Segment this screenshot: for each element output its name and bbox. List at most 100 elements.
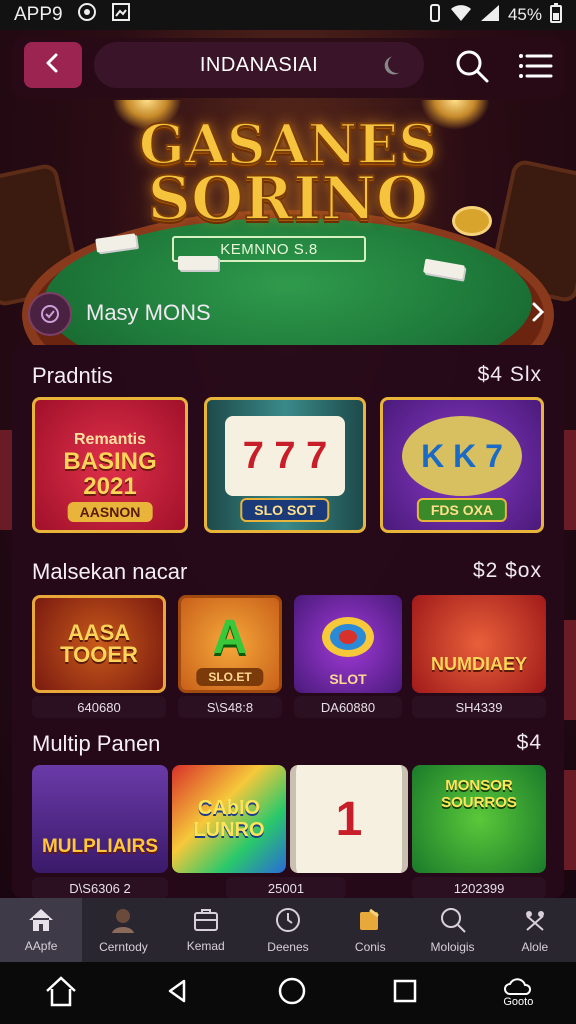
- nav-item-coins[interactable]: Conis: [329, 898, 411, 962]
- search-icon: [450, 50, 494, 92]
- game-tile[interactable]: A SLO.ET: [178, 595, 282, 693]
- game-tile[interactable]: 7 7 7 SLO SOT: [204, 397, 366, 533]
- game-tile-title: 7 7 7: [225, 416, 345, 496]
- game-tile[interactable]: AASA TOOER: [32, 595, 166, 693]
- game-tile-label: FDS OXA: [416, 498, 508, 522]
- game-tile-title: NUMDIAEY: [430, 653, 527, 674]
- promo-text: Masy MONS: [86, 300, 211, 325]
- game-tile-label: SLO SOT: [240, 498, 330, 522]
- image-icon: [111, 2, 131, 28]
- nav-label: Alole: [521, 940, 549, 954]
- game-caption: D\S6306 2: [32, 877, 168, 899]
- signal-icon: [480, 4, 500, 27]
- notification-icon: [77, 2, 97, 28]
- game-tile[interactable]: NUMDIAEY: [412, 595, 546, 693]
- nav-label: Conis: [354, 940, 386, 954]
- cloud-icon: [504, 978, 532, 995]
- coins-icon: [360, 908, 380, 930]
- game-tile-title: 1: [335, 792, 363, 846]
- game-tile-title: MULPLIAIRS: [41, 836, 159, 857]
- nav-label: AApfe: [24, 939, 58, 953]
- chevron-left-icon: [42, 52, 64, 79]
- chevron-right-icon[interactable]: [528, 300, 548, 331]
- side-decoration: [564, 430, 576, 530]
- search-icon: [440, 908, 466, 933]
- status-app-label: APP9: [14, 4, 63, 25]
- games-panel: Pradntis $4 Slx Remantis BASING 2021 AAS…: [12, 345, 564, 899]
- game-tile-title: A: [212, 610, 248, 664]
- game-tile[interactable]: Remantis BASING 2021 AASNON: [32, 397, 188, 533]
- menu-button[interactable]: [512, 44, 556, 88]
- nav-item-more[interactable]: Alole: [494, 898, 576, 962]
- nav-item-home[interactable]: AApfe: [0, 898, 83, 962]
- promo-badge-icon: [28, 292, 72, 336]
- cards-decoration: [178, 256, 218, 270]
- back-button[interactable]: [24, 42, 82, 88]
- side-decoration: [0, 430, 12, 530]
- game-tile-label: SLO.ET: [196, 668, 264, 686]
- hamburger-menu-icon: [512, 54, 556, 92]
- section-see-all-link[interactable]: $4: [517, 731, 542, 755]
- game-tile[interactable]: 1: [290, 765, 408, 873]
- side-decoration: [564, 770, 576, 870]
- home-circle-icon[interactable]: [277, 976, 307, 1011]
- vibrate-icon: [428, 3, 442, 27]
- side-decoration: [564, 620, 576, 720]
- home-app-icon[interactable]: [43, 973, 79, 1014]
- battery-icon: [550, 2, 562, 28]
- game-tile[interactable]: SLOT: [294, 595, 402, 693]
- nav-item-community[interactable]: Cerntody: [82, 898, 164, 962]
- game-tile[interactable]: CAbIO LUNRO: [172, 765, 286, 873]
- nav-label: Cerntody: [99, 940, 148, 954]
- clock-icon: [275, 908, 300, 932]
- tools-icon: [525, 911, 544, 931]
- nav-item-kemad[interactable]: Kemad: [165, 898, 247, 962]
- site-title-pill[interactable]: INDANASIAI: [94, 42, 424, 88]
- section-title: Multip Panen: [32, 731, 161, 756]
- game-tile-subtitle: BASING 2021: [63, 447, 157, 500]
- game-tile[interactable]: MONSOR SOURROS: [412, 765, 546, 873]
- game-tile-title: CAbIO LUNRO: [193, 797, 265, 841]
- recents-square-icon[interactable]: [392, 978, 418, 1009]
- game-caption: 640680: [32, 696, 166, 718]
- game-caption: DA60880: [294, 696, 402, 718]
- top-bar: INDANASIAI: [12, 38, 564, 98]
- nav-item-deenes[interactable]: Deenes: [247, 898, 329, 962]
- nav-item-search[interactable]: Moloigis: [411, 898, 493, 962]
- battery-level: 45%: [507, 5, 542, 24]
- section-title: Malsekan nacar: [32, 559, 188, 584]
- sys-nav-right-label: Gooto: [503, 996, 534, 1008]
- home-icon: [29, 909, 54, 931]
- nav-label: Moloigis: [430, 940, 475, 954]
- briefcase-icon: [193, 909, 218, 931]
- nav-label: Kemad: [186, 939, 225, 953]
- game-tile-title: MONSOR SOURROS: [441, 777, 517, 811]
- sys-nav-right[interactable]: Gooto: [503, 978, 533, 1008]
- wifi-icon: [450, 4, 472, 27]
- game-caption: 1202399: [412, 877, 546, 899]
- status-bar: APP9 45%: [0, 0, 576, 30]
- nav-label: Deenes: [267, 940, 309, 954]
- section-title: Pradntis: [32, 363, 113, 388]
- system-nav-bar: Gooto: [0, 962, 576, 1024]
- search-button[interactable]: [450, 44, 494, 88]
- back-triangle-icon[interactable]: [164, 977, 192, 1010]
- moon-icon: [387, 54, 408, 75]
- promo-strip[interactable]: Masy MONS: [12, 288, 564, 338]
- swirl-icon: [322, 617, 374, 657]
- game-caption: 25001: [226, 877, 346, 899]
- game-tile-title: K K 7: [402, 416, 522, 496]
- game-tile-title: AASA TOOER: [60, 620, 138, 667]
- game-tile-title: Remantis: [73, 430, 147, 448]
- section-see-all-link[interactable]: $4 Slx: [478, 363, 542, 387]
- game-tile[interactable]: K K 7 FDS OXA: [380, 397, 544, 533]
- game-tile-label: SLOT: [329, 671, 367, 687]
- site-title: INDANASIAI: [199, 53, 319, 76]
- hero-title-line2: SORINO: [147, 163, 430, 235]
- game-caption: SH4339: [412, 696, 546, 718]
- avatar-icon: [112, 909, 135, 933]
- game-tile[interactable]: MULPLIAIRS: [32, 765, 168, 873]
- section-see-all-link[interactable]: $2 $ox: [473, 559, 542, 583]
- bottom-nav: AApfe Cerntody Kemad Deenes Conis Moloig…: [0, 898, 576, 962]
- game-caption: S\S48:8: [178, 696, 282, 718]
